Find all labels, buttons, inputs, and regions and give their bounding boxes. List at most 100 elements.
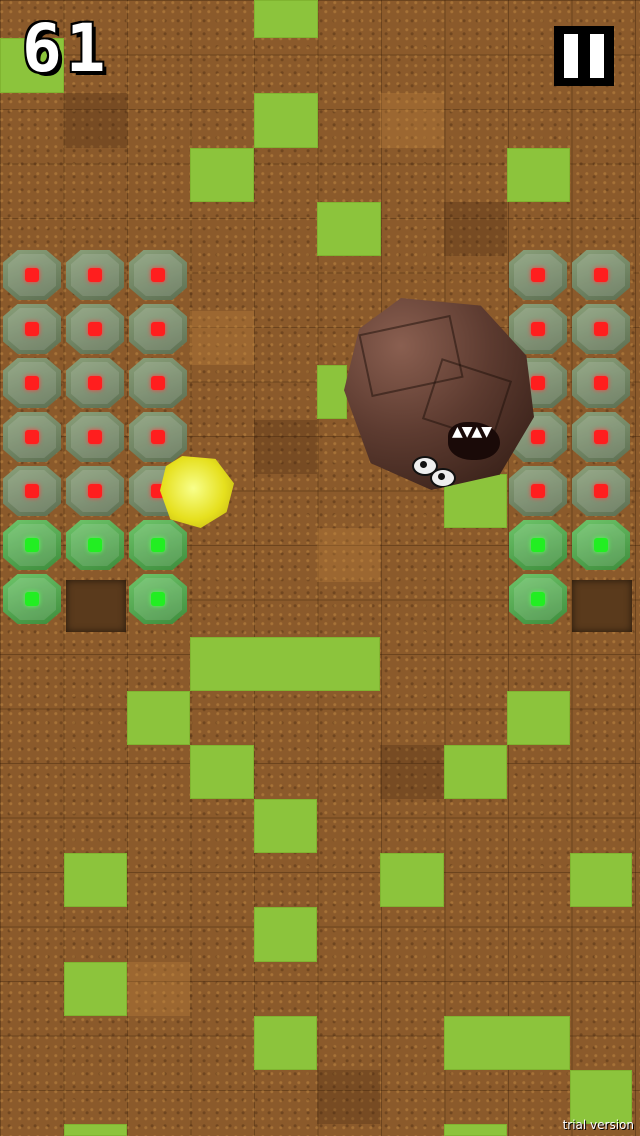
player-gem[interactable] [160,456,234,528]
red-led-icon [88,430,102,444]
red-led-icon [151,376,165,390]
red-block [1,464,63,518]
green-block [1,572,63,626]
red-led-icon [25,430,39,444]
red-led-icon [25,484,39,498]
red-led-icon [531,430,545,444]
red-led-icon [594,322,608,336]
red-led-icon [88,484,102,498]
dirt-tile [444,202,507,256]
trial-version-label: trial version [562,1118,634,1132]
red-led-icon [88,322,102,336]
red-block [127,248,189,302]
grass-tile [127,691,190,745]
dirt-tile [127,962,190,1016]
red-block [507,248,569,302]
grass-tile [64,962,127,1016]
grass-tile [190,745,254,799]
red-block [570,410,632,464]
grass-tile [64,1124,127,1136]
red-led-icon [594,376,608,390]
green-led-icon [531,538,545,552]
red-block [570,248,632,302]
green-block [127,518,189,572]
red-block [1,302,63,356]
red-led-icon [594,268,608,282]
red-led-icon [88,376,102,390]
red-led-icon [88,268,102,282]
grass-tile [64,853,127,907]
dirt-tile [380,93,444,148]
dug-tile [572,580,632,632]
dirt-tile [380,745,444,799]
grass-tile [570,853,632,907]
grass-tile [254,1016,317,1070]
rock-monster: ▲▼▲▼ [344,298,534,490]
grass-tile [507,148,570,202]
red-block [64,464,126,518]
grass-tile [444,1124,507,1136]
dug-tile [66,580,126,632]
red-block [507,464,569,518]
grass-tile [254,907,317,962]
green-block [64,518,126,572]
grass-tile [444,1016,570,1070]
grass-tile [254,799,317,853]
red-block [570,464,632,518]
red-led-icon [531,268,545,282]
dirt-tile [254,420,317,474]
red-led-icon [594,430,608,444]
grass-tile [254,93,318,148]
score-counter: 61 [22,10,110,87]
game-board[interactable]: ▲▼▲▼ [0,0,640,1136]
grass-tile [254,0,318,38]
red-led-icon [594,484,608,498]
green-block [507,572,569,626]
red-led-icon [531,484,545,498]
grass-tile [507,691,570,745]
dirt-tile [317,1070,380,1124]
red-led-icon [25,322,39,336]
red-led-icon [25,268,39,282]
monster-teeth: ▲▼▲▼ [452,424,492,440]
dirt-tile [190,311,254,365]
green-led-icon [151,538,165,552]
red-led-icon [531,376,545,390]
dirt-tile [64,93,127,148]
grass-tile [190,148,254,202]
green-led-icon [151,592,165,606]
grass-tile [317,365,347,419]
red-block [1,248,63,302]
red-block [64,410,126,464]
red-block [1,356,63,410]
red-block [127,302,189,356]
grass-tile [317,202,381,256]
green-led-icon [594,538,608,552]
grass-tile [380,853,444,907]
green-block [507,518,569,572]
red-block [570,356,632,410]
grass-tile [570,1070,632,1124]
green-led-icon [25,592,39,606]
pause-button[interactable] [554,26,614,86]
red-led-icon [151,430,165,444]
red-led-icon [25,376,39,390]
red-block [127,356,189,410]
red-block [1,410,63,464]
red-block [64,302,126,356]
grass-tile [444,745,507,799]
red-block [64,356,126,410]
green-block [570,518,632,572]
red-led-icon [531,322,545,336]
red-led-icon [151,268,165,282]
green-block [1,518,63,572]
green-led-icon [88,538,102,552]
red-block [570,302,632,356]
green-block [127,572,189,626]
red-block [127,410,189,464]
dirt-tile [317,528,380,582]
green-led-icon [25,538,39,552]
red-led-icon [151,322,165,336]
red-block [64,248,126,302]
green-led-icon [531,592,545,606]
